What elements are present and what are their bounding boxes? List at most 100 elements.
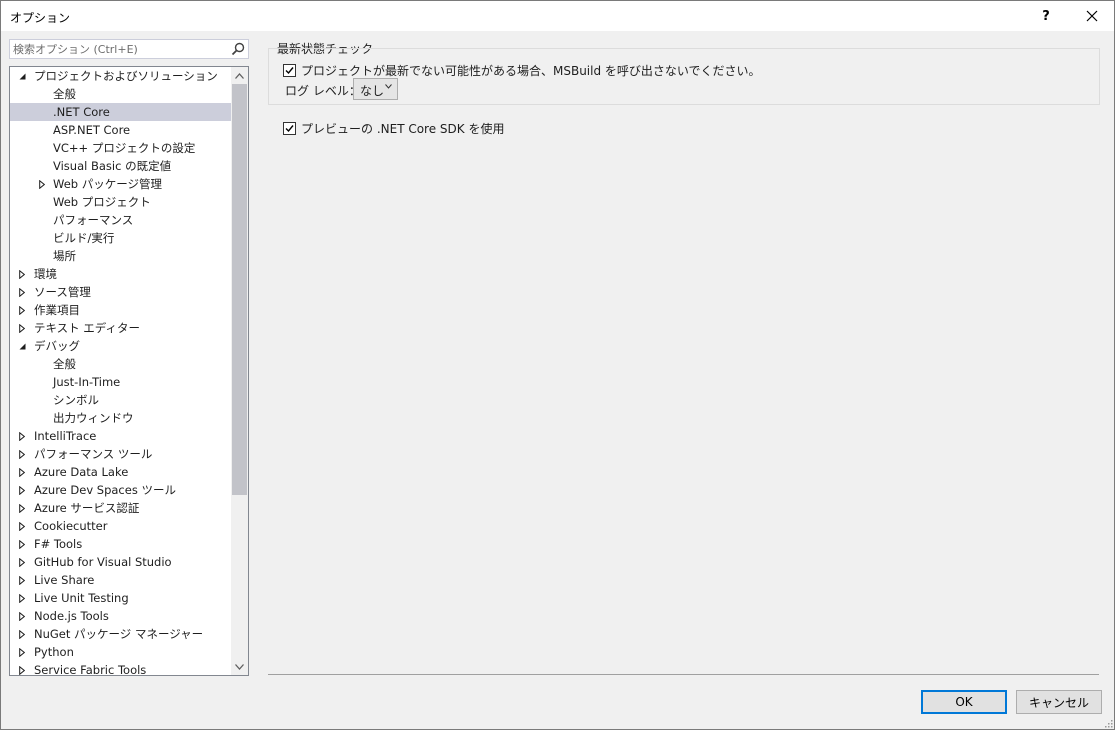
- tree-item-label: Just-In-Time: [53, 375, 121, 389]
- tree-item[interactable]: VC++ プロジェクトの設定: [10, 139, 232, 157]
- collapsed-arrow-icon[interactable]: [16, 427, 28, 445]
- tree-item[interactable]: 作業項目: [10, 301, 232, 319]
- log-level-select[interactable]: なし: [353, 78, 398, 100]
- collapsed-arrow-icon[interactable]: [16, 265, 28, 283]
- tree-item[interactable]: ソース管理: [10, 283, 232, 301]
- preview-sdk-checkbox[interactable]: [283, 122, 296, 135]
- tree-item-label: ソース管理: [34, 285, 91, 299]
- tree-item[interactable]: Azure Dev Spaces ツール: [10, 481, 232, 499]
- tree-item[interactable]: 全般: [10, 355, 232, 373]
- tree-item-label: F# Tools: [34, 537, 83, 551]
- tree-item-label: パフォーマンス ツール: [34, 447, 153, 461]
- expanded-arrow-icon[interactable]: [16, 67, 28, 85]
- tree-item-label: Visual Basic の既定値: [53, 159, 172, 173]
- tree-item[interactable]: Web パッケージ管理: [10, 175, 232, 193]
- close-button[interactable]: [1069, 1, 1115, 31]
- tree-item-label: Live Share: [34, 573, 95, 587]
- tree-item-label: Service Fabric Tools: [34, 663, 147, 676]
- tree-item[interactable]: 全般: [10, 85, 232, 103]
- tree-item[interactable]: Just-In-Time: [10, 373, 232, 391]
- collapsed-arrow-icon[interactable]: [16, 535, 28, 553]
- tree-item[interactable]: Service Fabric Tools: [10, 661, 232, 676]
- tree-list: プロジェクトおよびソリューション 全般 .NET Core ASP.NET Core V…: [10, 67, 232, 676]
- tree-item[interactable]: Python: [10, 643, 232, 661]
- scroll-up-button[interactable]: [231, 67, 248, 84]
- tree-item[interactable]: Live Share: [10, 571, 232, 589]
- tree-item[interactable]: 環境: [10, 265, 232, 283]
- footer-separator: [268, 674, 1099, 675]
- options-tree[interactable]: プロジェクトおよびソリューション 全般 .NET Core ASP.NET Core V…: [9, 66, 249, 676]
- tree-item-label: IntelliTrace: [34, 429, 97, 443]
- collapsed-arrow-icon[interactable]: [16, 517, 28, 535]
- tree-item[interactable]: テキスト エディター: [10, 319, 232, 337]
- tree-item-label: 環境: [34, 267, 57, 281]
- collapsed-arrow-icon[interactable]: [16, 571, 28, 589]
- chevron-down-icon: [235, 663, 244, 670]
- collapsed-arrow-icon[interactable]: [16, 319, 28, 337]
- msbuild-checkbox-row[interactable]: プロジェクトが最新でない可能性がある場合、MSBuild を呼び出さないでくださ…: [283, 62, 761, 79]
- tree-item-label: Node.js Tools: [34, 609, 109, 623]
- tree-item[interactable]: Azure サービス認証: [10, 499, 232, 517]
- tree-item[interactable]: Cookiecutter: [10, 517, 232, 535]
- tree-item[interactable]: NuGet パッケージ マネージャー: [10, 625, 232, 643]
- chevron-down-icon: [385, 82, 392, 92]
- tree-item[interactable]: ビルド/実行: [10, 229, 232, 247]
- collapsed-arrow-icon[interactable]: [16, 499, 28, 517]
- expanded-arrow-icon[interactable]: [16, 337, 28, 355]
- search-input[interactable]: [13, 42, 223, 56]
- tree-item[interactable]: ASP.NET Core: [10, 121, 232, 139]
- tree-scrollbar[interactable]: [231, 67, 248, 675]
- window-title: オプション: [10, 11, 71, 25]
- preview-sdk-checkbox-row[interactable]: プレビューの .NET Core SDK を使用: [283, 120, 504, 137]
- tree-item[interactable]: パフォーマンス: [10, 211, 232, 229]
- tree-item-label: デバッグ: [34, 339, 80, 353]
- tree-item-label: VC++ プロジェクトの設定: [53, 141, 196, 155]
- tree-item[interactable]: デバッグ: [10, 337, 232, 355]
- scroll-down-button[interactable]: [231, 658, 248, 675]
- cancel-button[interactable]: キャンセル: [1016, 690, 1102, 714]
- collapsed-arrow-icon[interactable]: [16, 661, 28, 675]
- search-icon[interactable]: [231, 42, 245, 56]
- tree-item-label: Live Unit Testing: [34, 591, 129, 605]
- collapsed-arrow-icon[interactable]: [16, 481, 28, 499]
- tree-item-label: Cookiecutter: [34, 519, 108, 533]
- tree-item-label: Azure Data Lake: [34, 465, 129, 479]
- collapsed-arrow-icon[interactable]: [16, 553, 28, 571]
- title-bar: オプション ?: [1, 1, 1114, 31]
- ok-button[interactable]: OK: [921, 690, 1007, 714]
- collapsed-arrow-icon[interactable]: [16, 301, 28, 319]
- scroll-thumb[interactable]: [232, 84, 247, 495]
- collapsed-arrow-icon[interactable]: [16, 445, 28, 463]
- tree-item-label: Azure Dev Spaces ツール: [34, 483, 176, 497]
- msbuild-checkbox[interactable]: [283, 64, 296, 77]
- collapsed-arrow-icon[interactable]: [16, 589, 28, 607]
- collapsed-arrow-icon[interactable]: [16, 463, 28, 481]
- collapsed-arrow-icon[interactable]: [36, 175, 48, 193]
- resize-grip-icon[interactable]: [1103, 718, 1113, 728]
- tree-item[interactable]: 場所: [10, 247, 232, 265]
- search-box[interactable]: [9, 39, 249, 59]
- tree-item[interactable]: F# Tools: [10, 535, 232, 553]
- log-level-value: なし: [360, 84, 385, 98]
- tree-item[interactable]: プロジェクトおよびソリューション: [10, 67, 232, 85]
- tree-item[interactable]: Web プロジェクト: [10, 193, 232, 211]
- help-button[interactable]: ?: [1023, 1, 1069, 31]
- tree-item[interactable]: .NET Core: [10, 103, 232, 121]
- tree-item-label: ビルド/実行: [53, 231, 115, 245]
- tree-item[interactable]: IntelliTrace: [10, 427, 232, 445]
- tree-item[interactable]: Visual Basic の既定値: [10, 157, 232, 175]
- tree-item-label: プロジェクトおよびソリューション: [34, 69, 218, 83]
- collapsed-arrow-icon[interactable]: [16, 607, 28, 625]
- collapsed-arrow-icon[interactable]: [16, 625, 28, 643]
- collapsed-arrow-icon[interactable]: [16, 643, 28, 661]
- tree-item[interactable]: Live Unit Testing: [10, 589, 232, 607]
- collapsed-arrow-icon[interactable]: [16, 283, 28, 301]
- tree-item[interactable]: パフォーマンス ツール: [10, 445, 232, 463]
- tree-item[interactable]: シンボル: [10, 391, 232, 409]
- tree-item[interactable]: GitHub for Visual Studio: [10, 553, 232, 571]
- msbuild-checkbox-label: プロジェクトが最新でない可能性がある場合、MSBuild を呼び出さないでくださ…: [301, 64, 761, 78]
- tree-item[interactable]: 出力ウィンドウ: [10, 409, 232, 427]
- tree-item[interactable]: Azure Data Lake: [10, 463, 232, 481]
- tree-item[interactable]: Node.js Tools: [10, 607, 232, 625]
- tree-item-label: Azure サービス認証: [34, 501, 140, 515]
